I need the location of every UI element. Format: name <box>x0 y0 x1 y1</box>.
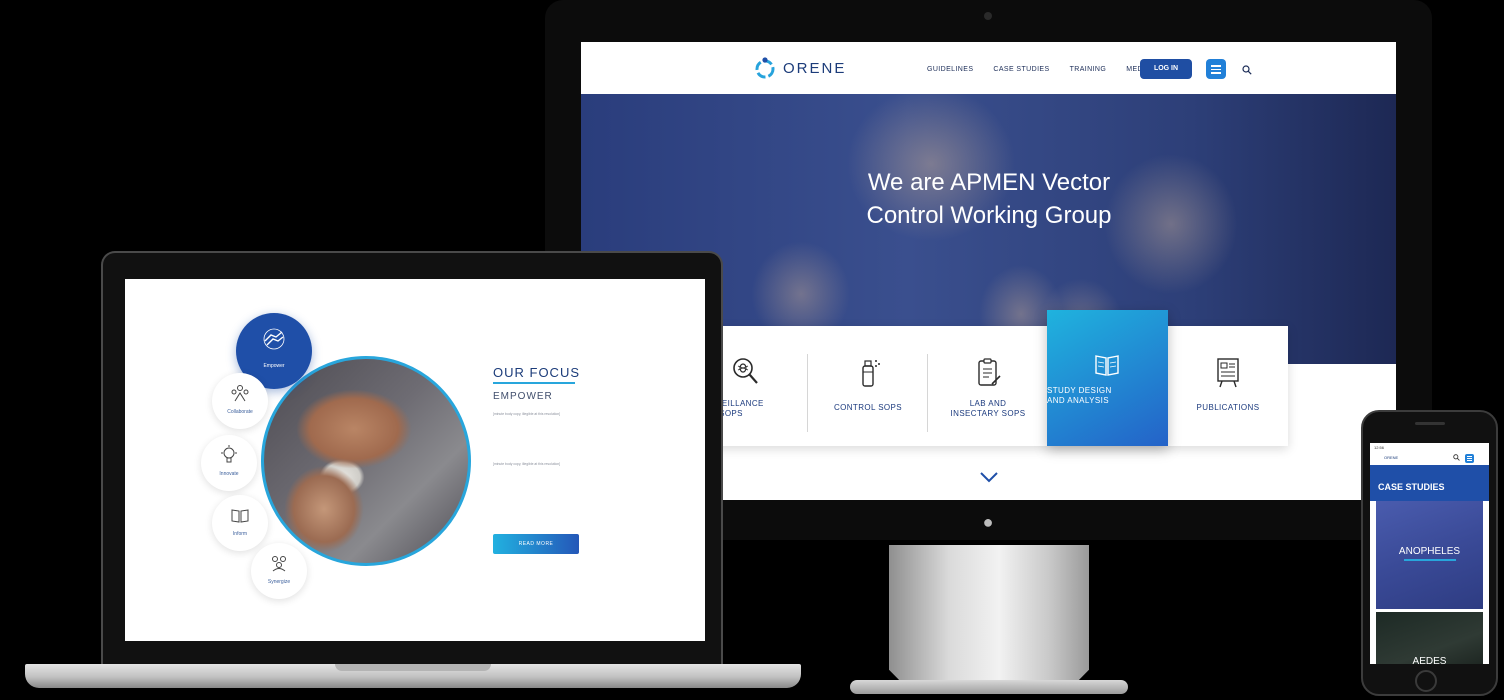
hero-title: We are APMEN Vector Control Working Grou… <box>819 166 1159 232</box>
service-label: STUDY DESIGN AND ANALYSIS <box>1047 386 1167 406</box>
chevron-down-icon[interactable] <box>979 470 999 484</box>
hamburger-menu-icon[interactable] <box>1206 59 1226 79</box>
magnifier-bug-icon <box>733 358 758 384</box>
service-label: PUBLICATIONS <box>1168 403 1288 413</box>
case-study-underline <box>1404 559 1456 561</box>
focus-node-label: Synergize <box>267 579 291 585</box>
spray-can-icon <box>862 360 880 387</box>
focus-node-label: Inform <box>232 531 248 537</box>
hamburger-menu-icon[interactable] <box>1465 454 1474 463</box>
service-label-line-2: INSECTARY SOPS <box>950 409 1026 418</box>
focus-subtitle: EMPOWER <box>493 391 553 402</box>
imac-stand <box>889 545 1089 690</box>
focus-paragraph-2: [minute body copy, illegible at this res… <box>493 462 561 466</box>
speaker-grille <box>1415 422 1445 425</box>
case-study-card-anopheles[interactable]: ANOPHELES <box>1376 501 1483 609</box>
focus-node-inform[interactable]: Inform <box>212 495 268 551</box>
case-study-card-aedes[interactable]: AEDES <box>1376 612 1483 664</box>
focus-title: OUR FOCUS <box>493 365 580 380</box>
iphone-screen: 12:56 ORENE CASE STUDIES ANOPHELES AEDES <box>1370 443 1489 664</box>
apple-logo-icon: ● <box>982 512 994 532</box>
macbook-notch <box>335 664 491 671</box>
focus-node-label: Collaborate <box>227 409 253 415</box>
imac-stand-foot <box>850 680 1128 694</box>
open-book-icon <box>231 509 249 523</box>
case-study-label: ANOPHELES <box>1398 546 1461 557</box>
focus-node-label: Innovate <box>219 471 239 477</box>
macbook-device: Empower Collaborate Innovate Inform Syne… <box>101 251 723 665</box>
orene-logo-icon <box>755 57 775 79</box>
nav-case-studies[interactable]: CASE STUDIES <box>993 66 1049 73</box>
service-label-line-1: PUBLICATIONS <box>1196 403 1260 412</box>
lightbulb-icon <box>221 445 237 463</box>
service-label-line-1: CONTROL SOPS <box>833 403 903 412</box>
service-label-line-1: STUDY DESIGN <box>1047 386 1112 395</box>
service-publications[interactable]: PUBLICATIONS <box>1168 326 1288 446</box>
clipboard-icon <box>978 358 1001 386</box>
nav-training[interactable]: TRAINING <box>1070 66 1107 73</box>
service-lab-insectary-sops[interactable]: LAB AND INSECTARY SOPS <box>928 326 1048 446</box>
focus-node-synergize[interactable]: Synergize <box>251 543 307 599</box>
focus-node-collaborate[interactable]: Collaborate <box>212 373 268 429</box>
case-study-label: AEDES <box>1412 656 1447 664</box>
handshake-icon <box>263 328 285 350</box>
site-header: ORENE GUIDELINES CASE STUDIES TRAINING M… <box>581 42 1396 94</box>
mobile-page-header: CASE STUDIES <box>1370 465 1489 501</box>
nav-guidelines[interactable]: GUIDELINES <box>927 66 973 73</box>
open-book-icon <box>1095 355 1119 376</box>
focus-paragraph-1: [minute body copy, illegible at this res… <box>493 412 561 416</box>
home-button[interactable] <box>1415 670 1437 692</box>
team-icon <box>272 556 286 572</box>
brand-logo[interactable]: ORENE <box>753 56 846 80</box>
people-group-icon <box>231 385 249 402</box>
mobile-brand[interactable]: ORENE <box>1384 455 1398 460</box>
search-icon[interactable] <box>1453 454 1460 461</box>
service-control-sops[interactable]: CONTROL SOPS <box>808 326 928 446</box>
service-label: LAB AND INSECTARY SOPS <box>928 399 1048 419</box>
search-icon[interactable] <box>1242 65 1252 75</box>
macbook-screen: Empower Collaborate Innovate Inform Syne… <box>125 279 705 641</box>
focus-node-innovate[interactable]: Innovate <box>201 435 257 491</box>
hero-title-line-1: We are APMEN Vector <box>867 169 1111 196</box>
focus-title-underline <box>493 382 575 384</box>
service-label-line-1: LAB AND <box>969 399 1007 408</box>
iphone-device: 12:56 ORENE CASE STUDIES ANOPHELES AEDES <box>1361 410 1498 696</box>
service-study-design-analysis[interactable]: STUDY DESIGN AND ANALYSIS <box>1047 310 1168 446</box>
status-time: 12:56 <box>1374 445 1385 450</box>
brand-name: ORENE <box>783 59 847 77</box>
focus-photo <box>261 356 471 566</box>
focus-node-label: Empower <box>263 363 285 369</box>
login-button[interactable]: LOG IN <box>1140 59 1192 79</box>
hero-title-line-2: Control Working Group <box>866 202 1112 229</box>
mobile-page-title: CASE STUDIES <box>1378 482 1445 492</box>
publication-board-icon <box>1217 358 1239 388</box>
read-more-button[interactable]: READ MORE <box>493 534 579 554</box>
service-label: CONTROL SOPS <box>808 403 928 413</box>
service-label-line-2: AND ANALYSIS <box>1047 396 1110 405</box>
main-nav: GUIDELINES CASE STUDIES TRAINING MEDIA <box>927 66 1150 73</box>
camera-dot <box>984 12 992 20</box>
